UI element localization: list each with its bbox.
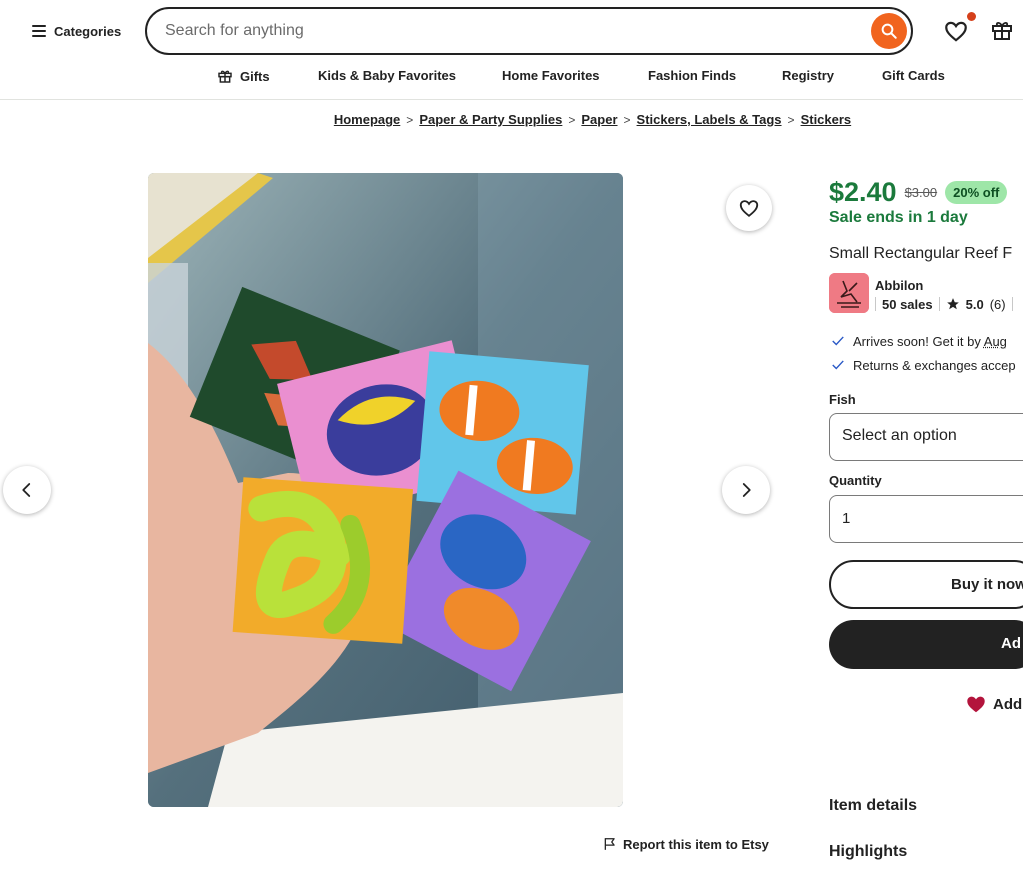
chevron-right-icon: > (406, 113, 413, 127)
arrival-date[interactable]: Aug (984, 334, 1007, 349)
nav-label: Gift Cards (882, 68, 945, 83)
shop-sales: 50 sales (882, 297, 933, 312)
nav-label: Fashion Finds (648, 68, 736, 83)
divider (1012, 297, 1013, 311)
gift-icon (990, 18, 1014, 42)
add-to-collection-button[interactable]: Add (965, 693, 1022, 715)
nav-label: Registry (782, 68, 834, 83)
add-to-cart-button[interactable]: Ad (829, 620, 1023, 669)
discount-badge: 20% off (945, 181, 1007, 204)
gift-button[interactable] (990, 18, 1016, 44)
notification-dot (967, 12, 976, 21)
categories-button[interactable]: Categories (32, 18, 121, 44)
original-price: $3.00 (905, 185, 938, 200)
divider (939, 297, 940, 311)
search-input[interactable] (165, 19, 855, 43)
shop-stats: 50 sales 5.0 (6) (875, 295, 1013, 313)
returns-perk: Returns & exchanges accep (831, 356, 1016, 374)
breadcrumb-paper[interactable]: Paper (581, 112, 617, 127)
breadcrumb-homepage[interactable]: Homepage (334, 112, 400, 127)
flag-icon (603, 837, 617, 851)
fish-select[interactable]: Select an option (829, 413, 1023, 461)
menu-icon (32, 25, 46, 37)
breadcrumb-stickers[interactable]: Stickers (801, 112, 852, 127)
shop-name-link[interactable]: Abbilon (875, 278, 923, 293)
product-photo-illustration (148, 173, 623, 807)
nav-label: Home Favorites (502, 68, 600, 83)
star-icon (946, 297, 960, 311)
arrival-perk: Arrives soon! Get it by Aug (831, 332, 1007, 350)
category-nav: Gifts Kids & Baby Favorites Home Favorit… (0, 64, 1023, 92)
buy-now-label: Buy it now (951, 576, 1023, 593)
nav-label: Kids & Baby Favorites (318, 68, 456, 83)
shop-logo-icon (829, 273, 869, 313)
etsy-logo[interactable]: / (0, 20, 4, 34)
search-button[interactable] (871, 13, 907, 49)
next-image-button[interactable] (722, 466, 770, 514)
breadcrumb-paper-party[interactable]: Paper & Party Supplies (419, 112, 562, 127)
returns-text: Returns & exchanges accep (853, 358, 1016, 373)
nav-home-favorites[interactable]: Home Favorites (502, 68, 600, 83)
nav-registry[interactable]: Registry (782, 68, 834, 83)
nav-label: Gifts (240, 69, 270, 84)
favorite-toggle-button[interactable] (726, 185, 772, 231)
nav-kids-baby[interactable]: Kids & Baby Favorites (318, 68, 456, 83)
nav-gift-cards[interactable]: Gift Cards (882, 68, 945, 83)
breadcrumb-stickers-labels-tags[interactable]: Stickers, Labels & Tags (637, 112, 782, 127)
chevron-right-icon: > (624, 113, 631, 127)
check-icon (831, 334, 845, 348)
quantity-label: Quantity (829, 473, 882, 488)
chevron-left-icon (18, 481, 36, 499)
heart-filled-icon (965, 693, 987, 715)
favorites-button[interactable] (943, 18, 969, 44)
product-title: Small Rectangular Reef F (829, 245, 1012, 263)
chevron-right-icon (737, 481, 755, 499)
arrival-text: Arrives soon! Get it by (853, 334, 984, 349)
buy-now-button[interactable]: Buy it now (829, 560, 1023, 609)
divider (875, 297, 876, 311)
nav-gifts[interactable]: Gifts (217, 68, 270, 84)
check-icon (831, 358, 845, 372)
sale-ends-text: Sale ends in 1 day (829, 209, 968, 227)
shop-rating: 5.0 (966, 297, 984, 312)
heart-icon (943, 18, 969, 44)
item-details-header[interactable]: Item details (829, 797, 917, 815)
site-header: / Categories (0, 0, 1023, 100)
product-image[interactable] (148, 173, 623, 807)
breadcrumb: Homepage > Paper & Party Supplies > Pape… (0, 112, 1023, 132)
fish-label: Fish (829, 392, 856, 407)
previous-image-button[interactable] (3, 466, 51, 514)
report-item-link[interactable]: Report this item to Etsy (603, 834, 769, 854)
heart-icon (738, 197, 760, 219)
add-to-cart-label: Ad (1001, 635, 1021, 652)
chevron-right-icon: > (788, 113, 795, 127)
report-label: Report this item to Etsy (623, 837, 769, 852)
shop-review-count[interactable]: (6) (990, 297, 1006, 312)
gift-icon (217, 68, 233, 84)
add-fav-label: Add (993, 696, 1022, 713)
quantity-select[interactable]: 1 (829, 495, 1023, 543)
sale-price: $2.40 (829, 177, 897, 208)
categories-label: Categories (54, 24, 121, 39)
search-bar (145, 7, 913, 55)
highlights-header[interactable]: Highlights (829, 843, 907, 861)
search-icon (880, 22, 898, 40)
chevron-right-icon: > (568, 113, 575, 127)
shop-avatar[interactable] (829, 273, 869, 313)
nav-fashion-finds[interactable]: Fashion Finds (648, 68, 736, 83)
price-row: $2.40 $3.00 20% off (829, 176, 1007, 208)
